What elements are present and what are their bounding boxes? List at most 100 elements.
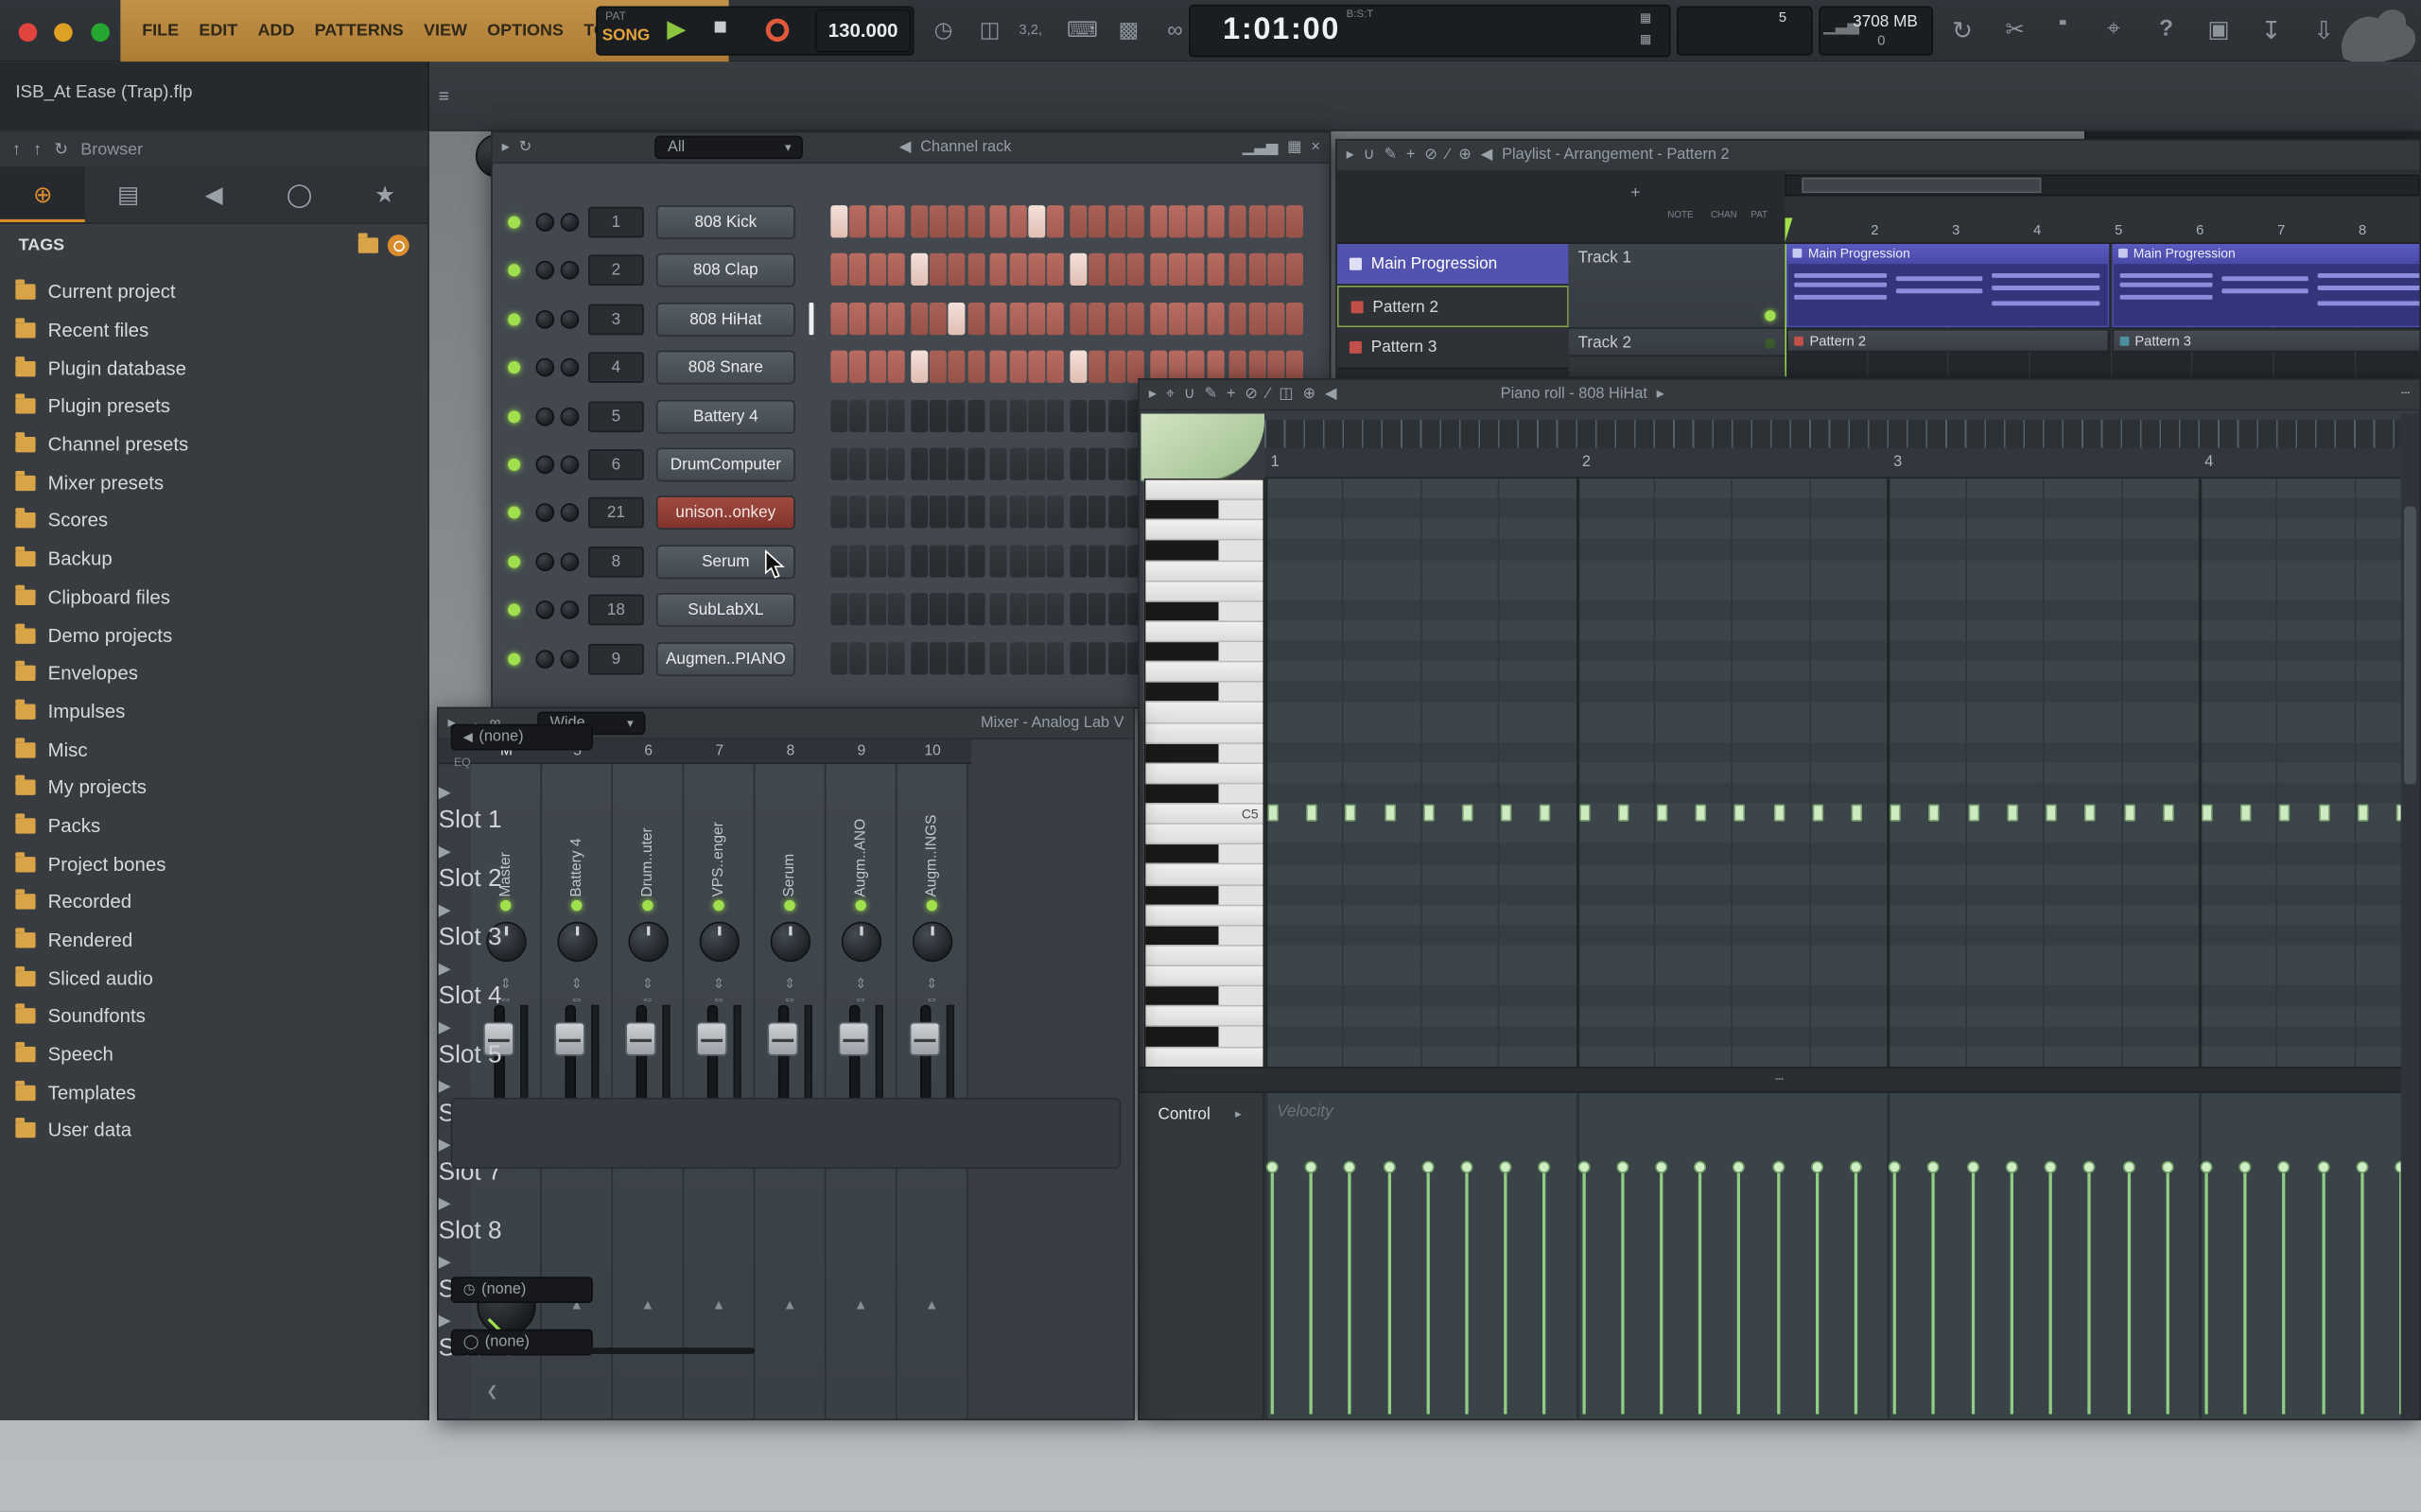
menu-add[interactable]: ADD bbox=[257, 22, 294, 41]
pr-brush-icon[interactable]: + bbox=[1227, 386, 1236, 403]
step-cell[interactable] bbox=[1089, 205, 1106, 237]
piano-key-d4[interactable] bbox=[1145, 1007, 1263, 1027]
time-display[interactable]: 1:01:00 bbox=[1223, 12, 1340, 48]
channel-volume-knob[interactable] bbox=[561, 407, 580, 426]
step-cell[interactable] bbox=[967, 496, 984, 529]
step-cell[interactable] bbox=[888, 545, 905, 577]
mixer-number-7[interactable]: 7 bbox=[684, 742, 755, 759]
velocity-handle[interactable] bbox=[1461, 1161, 1473, 1173]
piano-roll-grid[interactable] bbox=[1264, 478, 2401, 1067]
step-cell[interactable] bbox=[849, 545, 866, 577]
step-cell[interactable] bbox=[888, 496, 905, 529]
velocity-handle[interactable] bbox=[1383, 1161, 1395, 1173]
step-cell[interactable] bbox=[990, 447, 1007, 479]
step-cell[interactable] bbox=[1089, 496, 1106, 529]
mixer-zoom-slider[interactable] bbox=[569, 1347, 755, 1354]
step-cell[interactable] bbox=[967, 399, 984, 431]
browser-item-recorded[interactable]: Recorded bbox=[0, 883, 427, 921]
midi-note[interactable] bbox=[1423, 805, 1434, 822]
browser-item-project-bones[interactable]: Project bones bbox=[0, 845, 427, 883]
midi-note[interactable] bbox=[1346, 805, 1356, 822]
step-cell[interactable] bbox=[1207, 205, 1224, 237]
pr-zoom-icon[interactable]: ⊕ bbox=[1303, 386, 1316, 403]
channel-volume-knob[interactable] bbox=[561, 600, 580, 619]
velocity-stem[interactable] bbox=[2283, 1171, 2286, 1415]
wait-for-input-icon[interactable]: ◫ bbox=[969, 17, 1009, 43]
piano-roll-tick-ruler[interactable] bbox=[1264, 420, 2401, 447]
browser-item-plugin-presets[interactable]: Plugin presets bbox=[0, 388, 427, 426]
piano-key-g-5[interactable] bbox=[1145, 642, 1263, 662]
step-cell[interactable] bbox=[1229, 253, 1246, 286]
piano-key-c4[interactable] bbox=[1145, 1048, 1263, 1068]
step-cell[interactable] bbox=[1267, 205, 1284, 237]
mixer-slot-4[interactable]: ▸Slot 4 bbox=[439, 952, 1134, 1011]
channel-pan-knob[interactable] bbox=[536, 456, 555, 475]
channel-number[interactable]: 5 bbox=[588, 401, 644, 432]
blend-recording-icon[interactable]: ▩ bbox=[1108, 17, 1148, 43]
step-cell[interactable] bbox=[1028, 641, 1045, 673]
step-cell[interactable] bbox=[967, 303, 984, 335]
add-chan-label[interactable]: CHAN bbox=[1711, 212, 1737, 221]
midi-note[interactable] bbox=[1734, 805, 1745, 822]
channel-activity-led[interactable] bbox=[508, 459, 520, 471]
back-icon[interactable]: ↑ bbox=[12, 140, 21, 159]
step-cell[interactable] bbox=[1009, 399, 1026, 431]
midi-note[interactable] bbox=[1890, 805, 1901, 822]
record-button[interactable] bbox=[766, 19, 789, 42]
step-cell[interactable] bbox=[1127, 205, 1144, 237]
minimize-window-button[interactable] bbox=[55, 23, 74, 42]
step-cell[interactable] bbox=[849, 205, 866, 237]
piano-key-b4[interactable] bbox=[1145, 825, 1263, 844]
channel-activity-led[interactable] bbox=[508, 265, 520, 277]
control-lane-splitter[interactable]: ┄ bbox=[1140, 1067, 2419, 1093]
velocity-handle[interactable] bbox=[1577, 1161, 1590, 1173]
mixer-slot-5[interactable]: ▸Slot 5 bbox=[439, 1011, 1134, 1069]
step-cell[interactable] bbox=[1071, 205, 1088, 237]
midi-note[interactable] bbox=[1852, 805, 1862, 822]
step-cell[interactable] bbox=[1188, 205, 1205, 237]
step-cell[interactable] bbox=[1009, 303, 1026, 335]
playlist-grid[interactable]: Main ProgressionMain ProgressionPattern … bbox=[1785, 244, 2419, 376]
playlist-menu-icon[interactable]: ▸ bbox=[1347, 147, 1354, 164]
rack-grid-icon[interactable]: ▦ bbox=[1287, 139, 1301, 156]
tempo-display[interactable]: 130.000 bbox=[828, 20, 898, 42]
search-icon[interactable] bbox=[388, 235, 409, 256]
step-cell[interactable] bbox=[1028, 205, 1045, 237]
step-cell[interactable] bbox=[930, 447, 947, 479]
piano-key-d-6[interactable] bbox=[1145, 500, 1263, 520]
step-cell[interactable] bbox=[949, 253, 966, 286]
channel-activity-led[interactable] bbox=[508, 217, 520, 229]
browser-item-scores[interactable]: Scores bbox=[0, 502, 427, 540]
piano-key-f-4[interactable] bbox=[1145, 926, 1263, 946]
channel-pan-knob[interactable] bbox=[536, 552, 555, 571]
velocity-handle[interactable] bbox=[2356, 1161, 2368, 1173]
midi-note[interactable] bbox=[1462, 805, 1472, 822]
step-cell[interactable] bbox=[830, 641, 847, 673]
clip-main-progression[interactable]: Main Progression bbox=[1786, 244, 2109, 263]
clip-body[interactable] bbox=[1786, 263, 2109, 328]
step-cell[interactable] bbox=[990, 303, 1007, 335]
velocity-handle[interactable] bbox=[2395, 1161, 2401, 1173]
step-cell[interactable] bbox=[830, 205, 847, 237]
step-cell[interactable] bbox=[1248, 205, 1265, 237]
add-note-label[interactable]: NOTE bbox=[1667, 212, 1693, 221]
pr-minimize-icon[interactable]: ┄ bbox=[2401, 386, 2411, 403]
velocity-handle[interactable] bbox=[1966, 1161, 1978, 1173]
velocity-stem[interactable] bbox=[2011, 1171, 2013, 1415]
step-cell[interactable] bbox=[1127, 303, 1144, 335]
velocity-stem[interactable] bbox=[1505, 1171, 1507, 1415]
step-cell[interactable] bbox=[1287, 303, 1304, 335]
menu-patterns[interactable]: PATTERNS bbox=[315, 22, 404, 41]
step-cell[interactable] bbox=[849, 253, 866, 286]
step-cell[interactable] bbox=[1009, 641, 1026, 673]
velocity-stem[interactable] bbox=[1816, 1171, 1819, 1415]
browser-item-user-data[interactable]: User data bbox=[0, 1112, 427, 1150]
piano-key-g5[interactable] bbox=[1145, 663, 1263, 683]
step-cell[interactable] bbox=[830, 303, 847, 335]
piano-key-d-5[interactable] bbox=[1145, 743, 1263, 763]
mixer-number-8[interactable]: 8 bbox=[755, 742, 826, 759]
midi-note[interactable] bbox=[2240, 805, 2251, 822]
clip-main-progression[interactable]: Main Progression bbox=[2112, 244, 2420, 263]
channel-volume-knob[interactable] bbox=[561, 262, 580, 281]
browser-item-demo-projects[interactable]: Demo projects bbox=[0, 617, 427, 654]
